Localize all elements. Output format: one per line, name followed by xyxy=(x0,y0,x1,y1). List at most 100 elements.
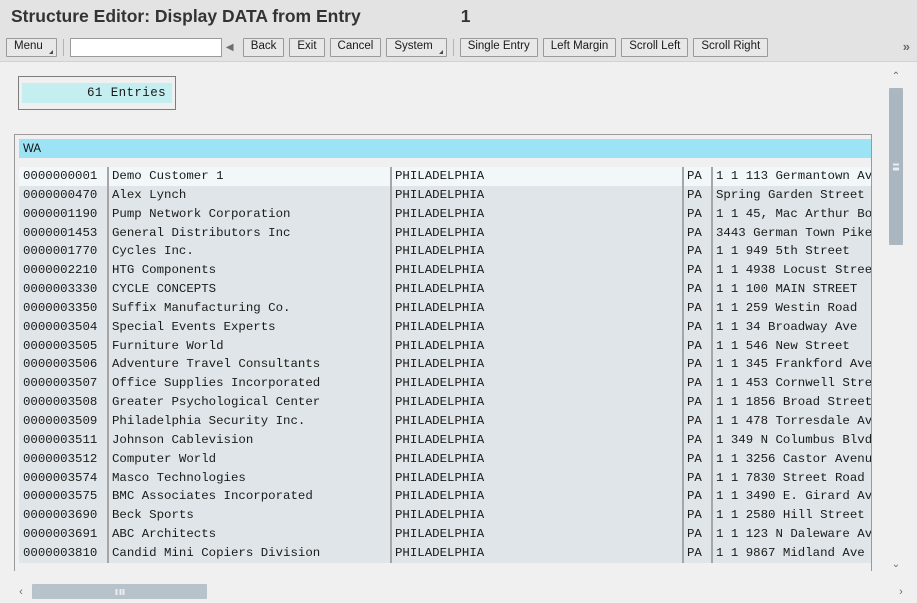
cell-address[interactable]: 1 1 9867 Midland Ave xyxy=(713,544,872,563)
cell-address[interactable]: 1 1 3490 E. Girard Av xyxy=(713,487,872,506)
table-row[interactable]: 0000001190Pump Network CorporationPHILAD… xyxy=(19,205,872,224)
cell-city[interactable]: PHILADELPHIA xyxy=(392,224,684,243)
cell-address[interactable]: 1 1 2580 Hill Street xyxy=(713,506,872,525)
cell-id[interactable]: 0000003511 xyxy=(19,431,109,450)
cell-name[interactable]: ABC Architects xyxy=(109,525,392,544)
cell-state[interactable]: PA xyxy=(684,318,713,337)
cell-state[interactable]: PA xyxy=(684,431,713,450)
scroll-right-button[interactable]: Scroll Right xyxy=(693,38,768,57)
cell-state[interactable]: PA xyxy=(684,242,713,261)
cell-name[interactable]: HTG Components xyxy=(109,261,392,280)
cell-state[interactable]: PA xyxy=(684,393,713,412)
cell-state[interactable]: PA xyxy=(684,469,713,488)
cell-address[interactable]: 1 1 113 Germantown Av xyxy=(713,167,872,186)
cell-state[interactable]: PA xyxy=(684,261,713,280)
left-margin-button[interactable]: Left Margin xyxy=(543,38,617,57)
table-row[interactable]: 0000003350Suffix Manufacturing Co.PHILAD… xyxy=(19,299,872,318)
cell-name[interactable]: Greater Psychological Center xyxy=(109,393,392,412)
cell-state[interactable]: PA xyxy=(684,167,713,186)
cell-city[interactable]: PHILADELPHIA xyxy=(392,280,684,299)
cell-name[interactable]: Candid Mini Copiers Division xyxy=(109,544,392,563)
cell-name[interactable]: Beck Sports xyxy=(109,506,392,525)
cell-address[interactable]: 1 1 546 New Street xyxy=(713,337,872,356)
cell-city[interactable]: PHILADELPHIA xyxy=(392,450,684,469)
cell-city[interactable]: PHILADELPHIA xyxy=(392,242,684,261)
cell-id[interactable]: 0000002210 xyxy=(19,261,109,280)
cell-address[interactable]: 1 1 3256 Castor Avenu xyxy=(713,450,872,469)
cell-id[interactable]: 0000003506 xyxy=(19,355,109,374)
cell-address[interactable]: 1 1 345 Frankford Ave xyxy=(713,355,872,374)
table-row[interactable]: 0000003509Philadelphia Security Inc.PHIL… xyxy=(19,412,872,431)
cell-city[interactable]: PHILADELPHIA xyxy=(392,487,684,506)
table-row[interactable]: 0000003507Office Supplies IncorporatedPH… xyxy=(19,374,872,393)
cell-city[interactable]: PHILADELPHIA xyxy=(392,544,684,563)
cell-state[interactable]: PA xyxy=(684,224,713,243)
table-row[interactable]: 0000003506Adventure Travel ConsultantsPH… xyxy=(19,355,872,374)
cell-address[interactable]: 3443 German Town Pike xyxy=(713,224,872,243)
scroll-left-arrow-icon[interactable]: ‹ xyxy=(14,584,28,599)
horizontal-scrollbar[interactable]: ‹ › xyxy=(0,580,917,603)
table-row[interactable]: 0000001770Cycles Inc.PHILADELPHIAPA1 1 9… xyxy=(19,242,872,261)
cell-name[interactable]: Philadelphia Security Inc. xyxy=(109,412,392,431)
table-row[interactable]: 0000003691ABC ArchitectsPHILADELPHIAPA1 … xyxy=(19,525,872,544)
cell-state[interactable]: PA xyxy=(684,299,713,318)
scroll-up-arrow-icon[interactable]: ⌃ xyxy=(889,68,903,84)
cell-city[interactable]: PHILADELPHIA xyxy=(392,186,684,205)
menu-button[interactable]: Menu xyxy=(6,38,57,57)
cell-id[interactable]: 0000003690 xyxy=(19,506,109,525)
cell-city[interactable]: PHILADELPHIA xyxy=(392,525,684,544)
table-row[interactable]: 0000000001Demo Customer 1PHILADELPHIAPA1… xyxy=(19,167,872,186)
cell-name[interactable]: Alex Lynch xyxy=(109,186,392,205)
cell-name[interactable]: Adventure Travel Consultants xyxy=(109,355,392,374)
cell-state[interactable]: PA xyxy=(684,506,713,525)
cell-state[interactable]: PA xyxy=(684,544,713,563)
cell-id[interactable]: 0000003512 xyxy=(19,450,109,469)
cell-id[interactable]: 0000003575 xyxy=(19,487,109,506)
work-area-header[interactable]: WA xyxy=(19,139,872,158)
cell-city[interactable]: PHILADELPHIA xyxy=(392,205,684,224)
cell-state[interactable]: PA xyxy=(684,337,713,356)
cell-address[interactable]: 1 1 123 N Daleware Av xyxy=(713,525,872,544)
table-row[interactable]: 0000003575BMC Associates IncorporatedPHI… xyxy=(19,487,872,506)
cell-city[interactable]: PHILADELPHIA xyxy=(392,393,684,412)
cell-id[interactable]: 0000003810 xyxy=(19,544,109,563)
cell-address[interactable]: 1 1 259 Westin Road xyxy=(713,299,872,318)
cell-name[interactable]: Johnson Cablevision xyxy=(109,431,392,450)
cell-city[interactable]: PHILADELPHIA xyxy=(392,412,684,431)
cell-address[interactable]: 1 1 7830 Street Road xyxy=(713,469,872,488)
table-row[interactable]: 0000003330CYCLE CONCEPTSPHILADELPHIAPA1 … xyxy=(19,280,872,299)
cell-state[interactable]: PA xyxy=(684,186,713,205)
vertical-scrollbar[interactable]: ⌃ ⌄ xyxy=(884,62,917,580)
cell-address[interactable]: Spring Garden Street xyxy=(713,186,872,205)
table-row[interactable]: 0000003508Greater Psychological CenterPH… xyxy=(19,393,872,412)
cell-city[interactable]: PHILADELPHIA xyxy=(392,506,684,525)
table-row[interactable]: 0000003810Candid Mini Copiers DivisionPH… xyxy=(19,544,872,563)
scroll-down-arrow-icon[interactable]: ⌄ xyxy=(889,556,903,572)
cell-name[interactable]: CYCLE CONCEPTS xyxy=(109,280,392,299)
table-row[interactable]: 0000003512Computer WorldPHILADELPHIAPA1 … xyxy=(19,450,872,469)
cell-id[interactable]: 0000003507 xyxy=(19,374,109,393)
cell-state[interactable]: PA xyxy=(684,525,713,544)
cell-city[interactable]: PHILADELPHIA xyxy=(392,167,684,186)
cell-address[interactable]: 1 1 100 MAIN STREET xyxy=(713,280,872,299)
cell-city[interactable]: PHILADELPHIA xyxy=(392,355,684,374)
cell-id[interactable]: 0000003509 xyxy=(19,412,109,431)
cell-city[interactable]: PHILADELPHIA xyxy=(392,431,684,450)
cell-city[interactable]: PHILADELPHIA xyxy=(392,337,684,356)
cell-name[interactable]: Suffix Manufacturing Co. xyxy=(109,299,392,318)
table-row[interactable]: 0000003690Beck SportsPHILADELPHIAPA1 1 2… xyxy=(19,506,872,525)
cell-address[interactable]: 1 1 453 Cornwell Stre xyxy=(713,374,872,393)
command-field-expand-icon[interactable]: ◀ xyxy=(223,42,237,53)
cell-id[interactable]: 0000001770 xyxy=(19,242,109,261)
cell-id[interactable]: 0000003574 xyxy=(19,469,109,488)
cell-state[interactable]: PA xyxy=(684,205,713,224)
vertical-scroll-thumb[interactable] xyxy=(889,88,903,245)
cell-address[interactable]: 1 1 949 5th Street xyxy=(713,242,872,261)
exit-button[interactable]: Exit xyxy=(289,38,324,57)
cell-id[interactable]: 0000003691 xyxy=(19,525,109,544)
cell-city[interactable]: PHILADELPHIA xyxy=(392,261,684,280)
table-row[interactable]: 0000003574Masco TechnologiesPHILADELPHIA… xyxy=(19,469,872,488)
cell-id[interactable]: 0000003504 xyxy=(19,318,109,337)
toolbar-overflow-icon[interactable]: » xyxy=(903,39,908,54)
cell-name[interactable]: Special Events Experts xyxy=(109,318,392,337)
